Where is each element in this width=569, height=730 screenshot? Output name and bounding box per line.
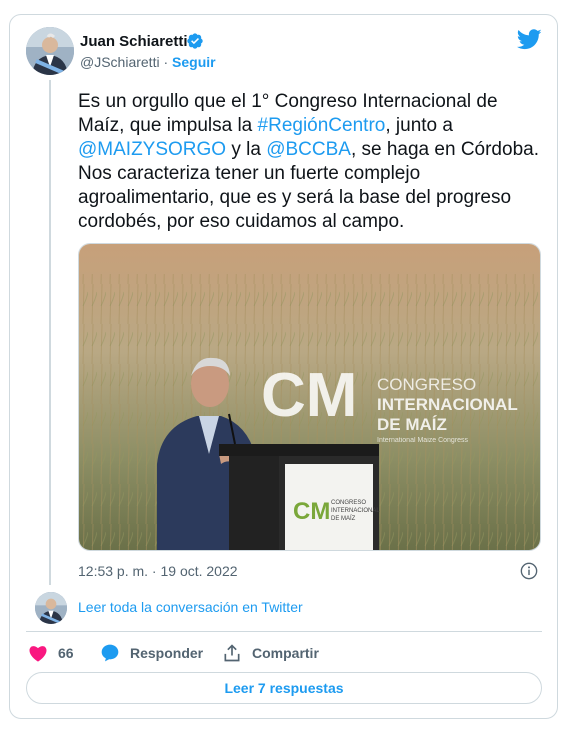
photo-illustration: CM CONGRESO INTERNACIONAL DE MAÍZ Intern… <box>79 244 540 550</box>
podium-logo-line2: INTERNACIONAL <box>331 508 380 514</box>
backdrop-logo-line1: CONGRESO <box>377 375 476 394</box>
read-replies-button[interactable]: Leer 7 respuestas <box>26 672 542 704</box>
read-conversation-link[interactable]: Leer toda la conversación en Twitter <box>78 599 303 615</box>
share-label: Compartir <box>252 645 319 661</box>
reply-bubble-icon <box>101 644 119 662</box>
podium-logo-line3: DE MAÍZ <box>331 515 356 522</box>
follow-button[interactable]: Seguir <box>172 54 216 70</box>
backdrop-logo-line3: DE MAÍZ <box>377 415 447 434</box>
author-handle[interactable]: @JSchiaretti <box>80 54 160 70</box>
share-button[interactable]: Compartir <box>222 642 319 664</box>
separator-dot: · <box>163 54 169 70</box>
tweet-text-part: , junto a <box>385 115 453 136</box>
verified-badge-icon <box>187 33 203 49</box>
author-handle-row: @JSchiaretti · Seguir <box>80 54 216 70</box>
tweet-text-part: y la <box>226 139 267 160</box>
divider <box>26 631 542 632</box>
info-icon[interactable] <box>520 562 538 580</box>
backdrop-logo-letters: CM <box>261 361 357 430</box>
twitter-bird-icon[interactable] <box>517 29 542 50</box>
mention-link[interactable]: @BCCBA <box>266 139 351 160</box>
podium-logo-line1: CONGRESO <box>331 500 366 506</box>
like-count: 66 <box>58 645 74 661</box>
author-avatar-small[interactable] <box>35 592 67 624</box>
podium: CM CONGRESO INTERNACIONAL DE MAÍZ <box>219 444 380 550</box>
backdrop-logo-line2: INTERNACIONAL <box>377 395 518 414</box>
author-name[interactable]: Juan Schiaretti <box>80 33 188 50</box>
backdrop-logo-sub: International Maize Congress <box>377 437 469 444</box>
tweet-timestamp[interactable]: 12:53 p. m. · 19 oct. 2022 <box>78 563 238 579</box>
tweet-photo[interactable]: CM CONGRESO INTERNACIONAL DE MAÍZ Intern… <box>78 243 541 551</box>
mention-link[interactable]: @MAIZYSORGO <box>78 139 226 160</box>
author-avatar[interactable] <box>26 27 74 75</box>
tweet-text: Es un orgullo que el 1° Congreso Interna… <box>78 90 540 234</box>
thread-line <box>49 80 51 585</box>
reply-button[interactable]: Responder <box>100 642 203 664</box>
share-icon <box>224 644 240 662</box>
podium-logo-letters: CM <box>293 498 330 525</box>
hashtag-link[interactable]: #RegiónCentro <box>258 115 386 136</box>
like-button[interactable]: 66 <box>28 642 74 664</box>
reply-label: Responder <box>130 645 204 661</box>
heart-icon <box>29 646 47 662</box>
